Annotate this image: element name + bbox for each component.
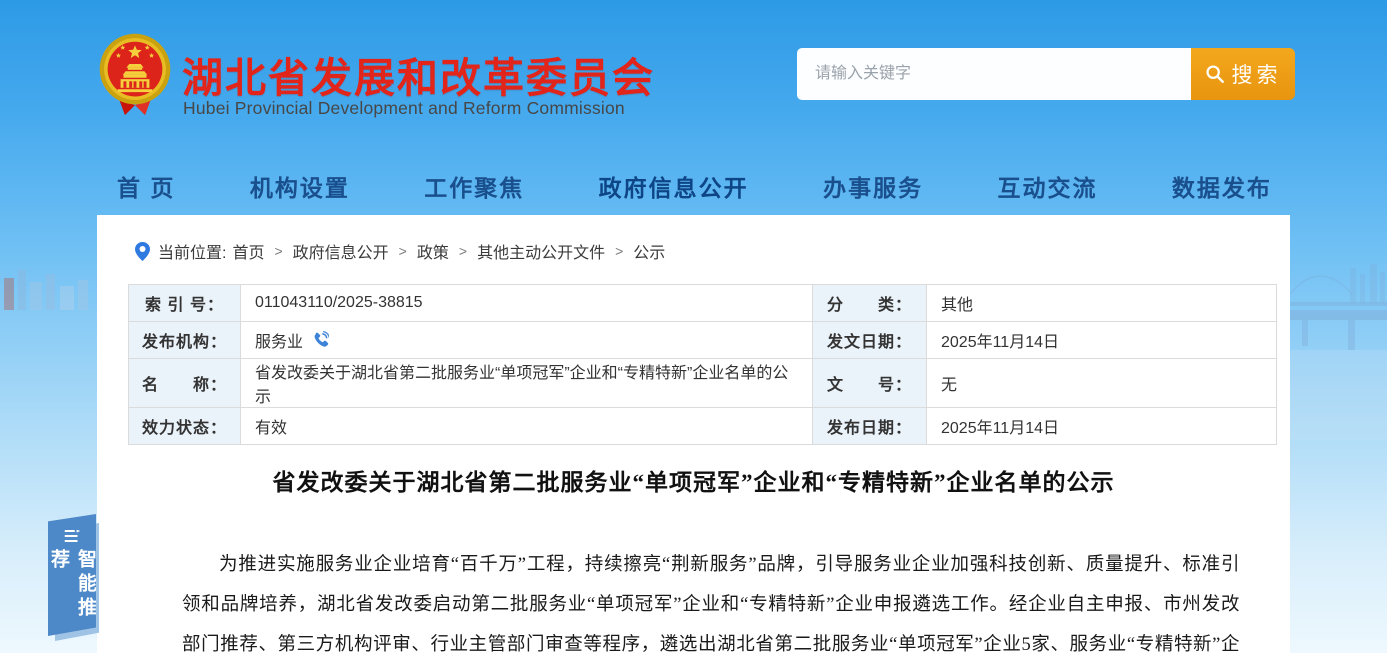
breadcrumb: 当前位置: 首页 > 政府信息公开 > 政策 > 其他主动公开文件 > 公示 [135,239,665,263]
meta-value-title: 省发改委关于湖北省第二批服务业“单项冠军”企业和“专精特新”企业名单的公示 [241,359,813,408]
table-row: 效力状态： 有效 发布日期： 2025年11月14日 [129,408,1277,445]
search-icon [1205,64,1225,84]
meta-value-issuing-agency: 服务业 [255,328,303,352]
meta-label-category: 分 类： [813,285,927,322]
breadcrumb-link-other-files[interactable]: 其他主动公开文件 [477,239,605,263]
nav-item-interaction[interactable]: 互动交流 [998,169,1098,203]
search-button[interactable]: 搜索 [1191,48,1295,100]
breadcrumb-separator: > [274,243,282,259]
nav-item-work-focus[interactable]: 工作聚焦 [424,169,524,203]
content-panel: 当前位置: 首页 > 政府信息公开 > 政策 > 其他主动公开文件 > 公示 索… [97,215,1290,653]
meta-value-category: 其他 [927,285,1277,322]
table-row: 索 引 号： 011043110/2025-38815 分 类： 其他 [129,285,1277,322]
breadcrumb-separator: > [459,243,467,259]
document-meta-table: 索 引 号： 011043110/2025-38815 分 类： 其他 发布机构… [128,284,1277,445]
site-subtitle-english: Hubei Provincial Development and Reform … [183,98,625,119]
meta-label-validity: 效力状态： [129,408,241,445]
site-header: 湖北省发展和改革委员会 Hubei Provincial Development… [0,0,1387,150]
article-title: 省发改委关于湖北省第二批服务业“单项冠军”企业和“专精特新”企业名单的公示 [97,463,1290,497]
phone-contact-icon[interactable] [311,331,329,349]
bridge-background-art [1290,250,1387,440]
nav-item-gov-info-disclosure[interactable]: 政府信息公开 [599,169,749,203]
meta-label-issue-date: 发文日期： [813,322,927,359]
table-row: 发布机构： 服务业 发文日期： 2025年11月14日 [129,322,1277,359]
breadcrumb-prefix: 当前位置: [158,239,226,263]
meta-label-issuing-agency: 发布机构： [129,322,241,359]
nav-item-organization[interactable]: 机构设置 [250,169,350,203]
smart-recommend-label: 智能推荐 [45,549,99,636]
national-emblem-logo [99,33,171,121]
search-input[interactable] [797,48,1191,100]
breadcrumb-link-gov-info[interactable]: 政府信息公开 [293,239,389,263]
meta-value-doc-number: 无 [927,359,1277,408]
breadcrumb-link-home[interactable]: 首页 [232,239,264,263]
meta-label-index-no: 索 引 号： [129,285,241,322]
meta-label-doc-number: 文 号： [813,359,927,408]
nav-item-data-release[interactable]: 数据发布 [1172,169,1272,203]
search-bar: 搜索 [797,48,1295,100]
meta-label-title: 名 称： [129,359,241,408]
tab-body: 智能推荐 [48,514,96,636]
article-paragraph: 为推进实施服务业企业培育“百千万”工程，持续擦亮“荆新服务”品牌，引导服务业企业… [182,545,1240,653]
city-background-art [0,252,97,310]
nav-item-home[interactable]: 首 页 [117,169,175,203]
smart-recommend-tab[interactable]: 智能推荐 [48,514,98,644]
meta-value-validity: 有效 [241,408,813,445]
location-pin-icon [135,242,150,261]
meta-label-publish-date: 发布日期： [813,408,927,445]
meta-value-index-no: 011043110/2025-38815 [241,285,813,322]
table-row: 名 称： 省发改委关于湖北省第二批服务业“单项冠军”企业和“专精特新”企业名单的… [129,359,1277,408]
meta-value-issuing-agency-cell: 服务业 [241,322,813,359]
breadcrumb-separator: > [615,243,623,259]
recommend-list-icon [64,530,81,543]
main-navigation: 首 页 机构设置 工作聚焦 政府信息公开 办事服务 互动交流 数据发布 [97,160,1290,212]
breadcrumb-link-policy[interactable]: 政策 [417,239,449,263]
site-title: 湖北省发展和改革委员会 [182,44,655,104]
breadcrumb-link-announcement[interactable]: 公示 [633,239,665,263]
nav-item-services[interactable]: 办事服务 [823,169,923,203]
breadcrumb-separator: > [399,243,407,259]
search-button-label: 搜索 [1232,59,1282,89]
meta-value-issue-date: 2025年11月14日 [927,322,1277,359]
meta-value-publish-date: 2025年11月14日 [927,408,1277,445]
